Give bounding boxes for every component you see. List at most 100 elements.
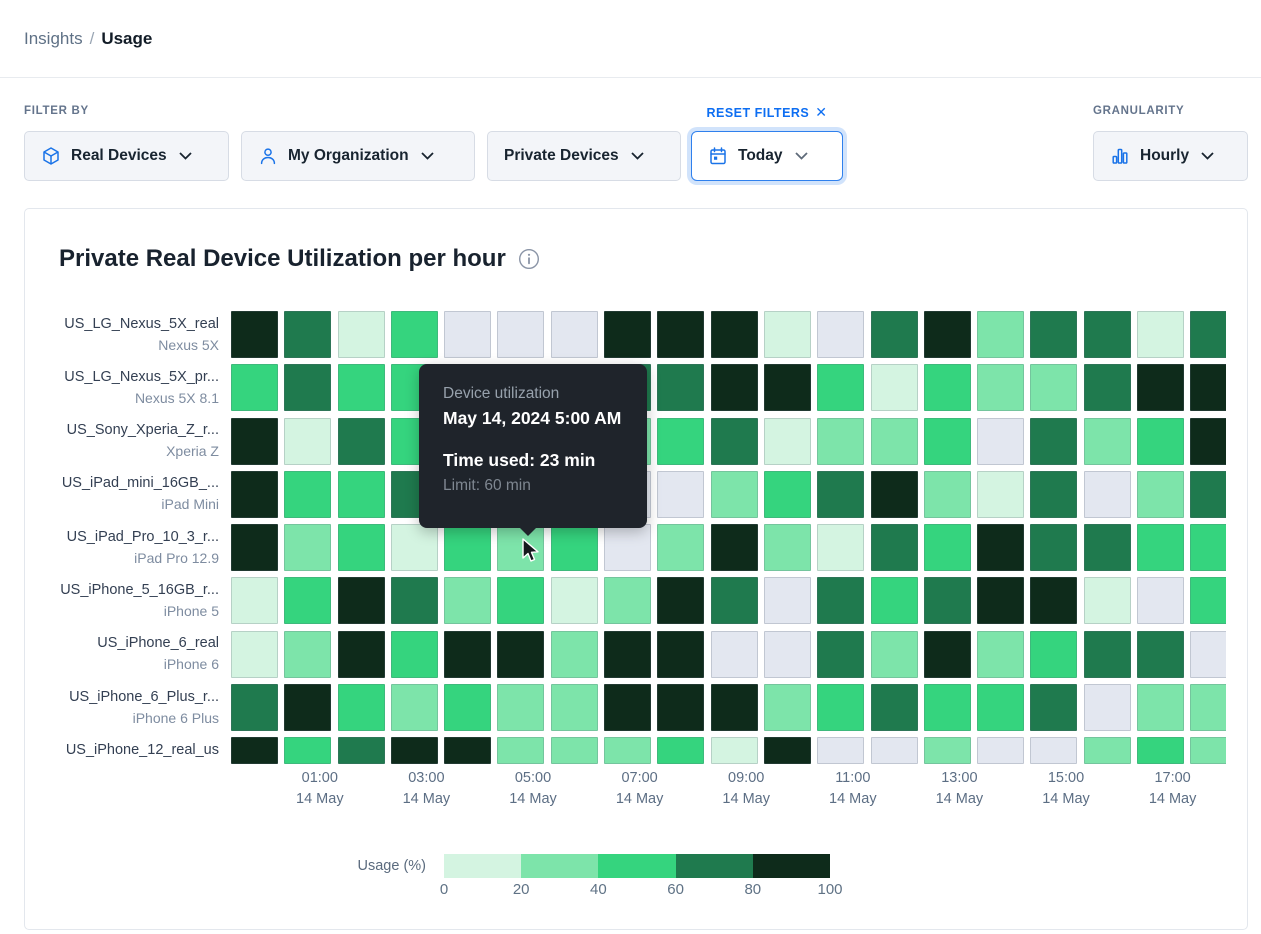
heatmap-cell[interactable] [764,471,811,518]
heatmap-cell[interactable] [657,471,704,518]
heatmap-cell[interactable] [977,364,1024,411]
heatmap-cell[interactable] [1190,418,1226,465]
heatmap-cell[interactable] [1137,684,1184,731]
heatmap-cell[interactable] [231,684,278,731]
heatmap-cell[interactable] [444,524,491,571]
heatmap-cell[interactable] [924,577,971,624]
heatmap-cell[interactable] [338,684,385,731]
heatmap-cell[interactable] [977,471,1024,518]
heatmap-cell[interactable] [764,364,811,411]
heatmap-cell[interactable] [657,577,704,624]
heatmap-cell[interactable] [764,524,811,571]
heatmap-cell[interactable] [338,577,385,624]
heatmap-cell[interactable] [924,418,971,465]
heatmap-cell[interactable] [871,364,918,411]
heatmap-cell[interactable] [1084,524,1131,571]
heatmap-cell[interactable] [444,684,491,731]
heatmap-cell[interactable] [1137,577,1184,624]
heatmap-cell[interactable] [924,311,971,358]
heatmap-cell[interactable] [764,577,811,624]
heatmap-cell[interactable] [338,364,385,411]
heatmap-cell[interactable] [1137,524,1184,571]
heatmap-cell[interactable] [924,471,971,518]
heatmap-cell[interactable] [284,737,331,764]
heatmap-cell[interactable] [1030,364,1077,411]
heatmap-cell[interactable] [604,524,651,571]
heatmap-cell[interactable] [444,631,491,678]
heatmap-cell[interactable] [1190,631,1226,678]
heatmap-cell[interactable] [1137,471,1184,518]
heatmap-cell[interactable] [977,311,1024,358]
heatmap-cell[interactable] [1190,737,1226,764]
heatmap-cell[interactable] [444,311,491,358]
heatmap-cell[interactable] [871,471,918,518]
heatmap-cell[interactable] [284,311,331,358]
heatmap-cell[interactable] [1137,364,1184,411]
heatmap-cell[interactable] [1137,418,1184,465]
heatmap-cell[interactable] [1030,311,1077,358]
heatmap-cell[interactable] [1030,737,1077,764]
heatmap-cell[interactable] [657,524,704,571]
heatmap-cell[interactable] [391,737,438,764]
info-icon[interactable] [518,248,540,270]
heatmap-cell[interactable] [231,364,278,411]
heatmap-cell[interactable] [924,684,971,731]
heatmap-cell[interactable] [1084,631,1131,678]
heatmap-cell[interactable] [1190,524,1226,571]
heatmap-cell[interactable] [231,737,278,764]
heatmap-cell[interactable] [497,631,544,678]
heatmap-cell[interactable] [871,418,918,465]
heatmap-cell[interactable] [817,311,864,358]
heatmap-cell[interactable] [391,684,438,731]
heatmap-cell[interactable] [657,418,704,465]
heatmap-cell[interactable] [657,631,704,678]
heatmap-cell[interactable] [817,471,864,518]
heatmap-cell[interactable] [1190,577,1226,624]
heatmap-cell[interactable] [604,631,651,678]
heatmap-cell[interactable] [871,631,918,678]
heatmap-cell[interactable] [444,577,491,624]
heatmap-cell[interactable] [231,577,278,624]
heatmap-cell[interactable] [1030,471,1077,518]
heatmap-cell[interactable] [604,577,651,624]
heatmap-cell[interactable] [977,631,1024,678]
reset-filters-button[interactable]: RESET FILTERS ✕ [691,104,843,121]
heatmap-cell[interactable] [497,577,544,624]
heatmap-cell[interactable] [231,524,278,571]
heatmap-cell[interactable] [551,631,598,678]
heatmap-cell[interactable] [1084,418,1131,465]
heatmap-cell[interactable] [604,684,651,731]
heatmap-cell[interactable] [551,684,598,731]
filter-organization-dropdown[interactable]: My Organization [241,131,475,181]
heatmap-cell[interactable] [284,631,331,678]
heatmap-cell[interactable] [817,684,864,731]
heatmap-cell[interactable] [231,418,278,465]
heatmap-cell[interactable] [497,737,544,764]
heatmap-cell[interactable] [391,631,438,678]
heatmap-cell[interactable] [764,311,811,358]
heatmap-cell[interactable] [657,737,704,764]
heatmap-cell[interactable] [764,418,811,465]
heatmap-cell[interactable] [711,524,758,571]
heatmap-cell[interactable] [817,631,864,678]
heatmap-cell[interactable] [284,577,331,624]
heatmap-cell[interactable] [977,524,1024,571]
heatmap-cell[interactable] [711,418,758,465]
heatmap-cell[interactable] [284,471,331,518]
heatmap-cell[interactable] [1030,631,1077,678]
heatmap-cell[interactable] [1137,631,1184,678]
filter-device-type-dropdown[interactable]: Real Devices [24,131,229,181]
heatmap-cell[interactable] [711,737,758,764]
heatmap-cell[interactable] [1190,684,1226,731]
heatmap-cell[interactable] [924,364,971,411]
heatmap-cell[interactable] [871,684,918,731]
heatmap-cell[interactable] [871,311,918,358]
heatmap-cell[interactable] [817,524,864,571]
heatmap-cell[interactable] [817,577,864,624]
heatmap-cell[interactable] [764,684,811,731]
heatmap-cell[interactable] [1084,577,1131,624]
heatmap-cell[interactable] [924,737,971,764]
heatmap-cell[interactable] [977,737,1024,764]
heatmap-cell[interactable] [1190,311,1226,358]
heatmap-cell[interactable] [497,684,544,731]
